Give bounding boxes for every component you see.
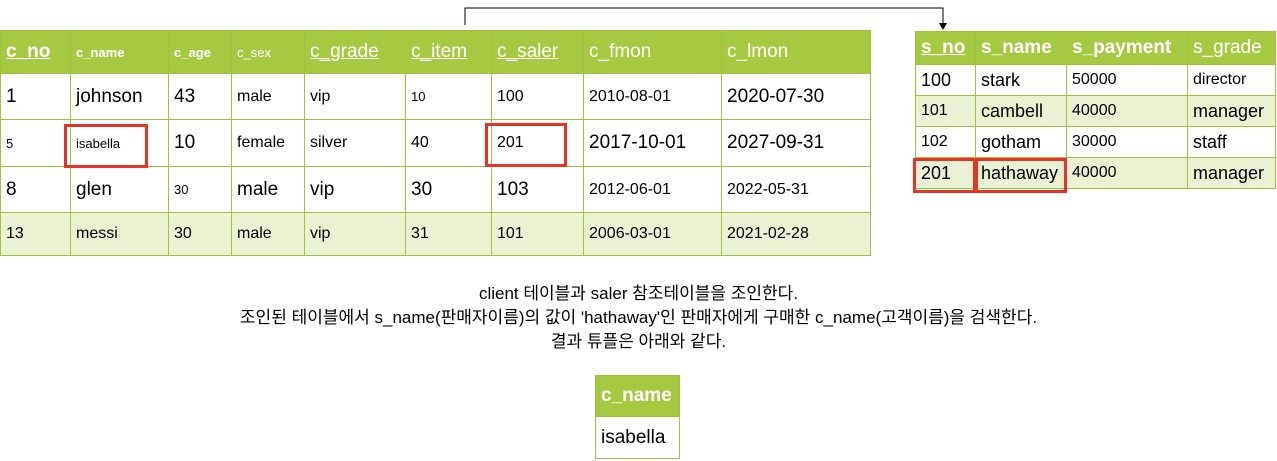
client-cell: 8 (0, 166, 71, 213)
saler-cell: manager (1187, 95, 1276, 127)
client-cell: 2012-06-01 (583, 166, 722, 213)
client-cell: 40 (405, 119, 492, 167)
client-cell: silver (304, 119, 406, 167)
client-header-c_saler: c_saler (491, 30, 584, 74)
highlight-s_name-hathaway (975, 158, 1067, 193)
saler-header-s_name: s_name (975, 31, 1067, 65)
client-cell: 31 (405, 212, 492, 256)
client-cell: male (231, 166, 305, 213)
client-cell: male (231, 212, 305, 256)
saler-cell: cambell (975, 95, 1067, 127)
highlight-c_saler-201 (485, 123, 567, 167)
client-cell: 103 (491, 166, 584, 213)
saler-cell: director (1187, 64, 1276, 96)
saler-cell: 102 (915, 126, 976, 158)
client-header-c_name: c_name (70, 30, 169, 74)
client-cell: 100 (491, 73, 584, 120)
client-cell: messi (70, 212, 169, 256)
saler-header-s_no: s_no (915, 31, 976, 65)
client-cell: johnson (70, 73, 169, 120)
saler-cell: manager (1187, 157, 1276, 189)
table-row: 102 gotham 30000 staff (915, 126, 1276, 158)
client-cell: male (231, 73, 305, 120)
table-row: 13 messi 30 male vip 31 101 2006-03-01 2… (0, 212, 871, 256)
client-header-c_age: c_age (168, 30, 232, 74)
client-header-c_no: c_no (0, 30, 71, 74)
client-cell: 43 (168, 73, 232, 120)
client-cell: 30 (405, 166, 492, 213)
highlight-c_name-isabella (64, 124, 148, 168)
description-line: 결과 튜플은 아래와 같다. (550, 332, 727, 351)
client-header-c_lmon: c_lmon (721, 30, 871, 74)
highlight-s_no-201 (913, 158, 976, 193)
client-cell: 2017-10-01 (583, 119, 722, 167)
client-cell: 2010-08-01 (583, 73, 722, 120)
saler-cell: staff (1187, 126, 1276, 158)
saler-cell: stark (975, 64, 1067, 96)
client-cell: vip (304, 73, 406, 120)
client-cell: 1 (0, 73, 71, 120)
table-row: 1 johnson 43 male vip 10 100 2010-08-01 … (0, 73, 871, 120)
client-cell: 30 (168, 212, 232, 256)
client-cell: 2027-09-31 (721, 119, 871, 167)
client-cell: 10 (405, 73, 492, 120)
client-cell: 2021-02-28 (721, 212, 871, 256)
client-header-row: c_no c_name c_age c_sex c_grade c_item c… (0, 30, 871, 74)
client-cell: 5 (0, 119, 71, 167)
saler-header-s_grade: s_grade (1187, 31, 1276, 65)
client-cell: female (231, 119, 305, 167)
client-cell: 13 (0, 212, 71, 256)
client-header-c_sex: c_sex (231, 30, 305, 74)
client-cell: 101 (491, 212, 584, 256)
client-cell: vip (304, 166, 406, 213)
saler-cell: 40000 (1066, 95, 1188, 127)
client-cell: 2022-05-31 (721, 166, 871, 213)
result-cell: isabella (595, 416, 680, 459)
saler-cell: 101 (915, 95, 976, 127)
client-cell: 10 (168, 119, 232, 167)
client-cell: 2020-07-30 (721, 73, 871, 120)
description-text: client 테이블과 saler 참조테이블을 조인한다. 조인된 테이블에서… (100, 282, 1177, 354)
table-row: 100 stark 50000 director (915, 64, 1276, 96)
client-header-c_item: c_item (405, 30, 492, 74)
result-header-c_name: c_name (595, 375, 680, 417)
saler-cell: 50000 (1066, 64, 1188, 96)
saler-cell: 100 (915, 64, 976, 96)
client-header-c_fmon: c_fmon (583, 30, 722, 74)
description-line: 조인된 테이블에서 s_name(판매자이름)의 값이 'hathaway'인 … (239, 308, 1038, 327)
table-row: isabella (595, 416, 680, 459)
client-cell: 2006-03-01 (583, 212, 722, 256)
table-row: 8 glen 30 male vip 30 103 2012-06-01 202… (0, 166, 871, 213)
saler-header-s_payment: s_payment (1066, 31, 1188, 65)
client-cell: vip (304, 212, 406, 256)
description-line: client 테이블과 saler 참조테이블을 조인한다. (478, 284, 799, 303)
result-table: c_name isabella (595, 375, 680, 459)
client-cell: glen (70, 166, 169, 213)
saler-cell: 40000 (1066, 157, 1188, 189)
client-header-c_grade: c_grade (304, 30, 406, 74)
saler-cell: gotham (975, 126, 1067, 158)
saler-cell: 30000 (1066, 126, 1188, 158)
client-cell: 30 (168, 166, 232, 213)
saler-header-row: s_no s_name s_payment s_grade (915, 31, 1276, 65)
table-row: 101 cambell 40000 manager (915, 95, 1276, 127)
result-header-row: c_name (595, 375, 680, 417)
